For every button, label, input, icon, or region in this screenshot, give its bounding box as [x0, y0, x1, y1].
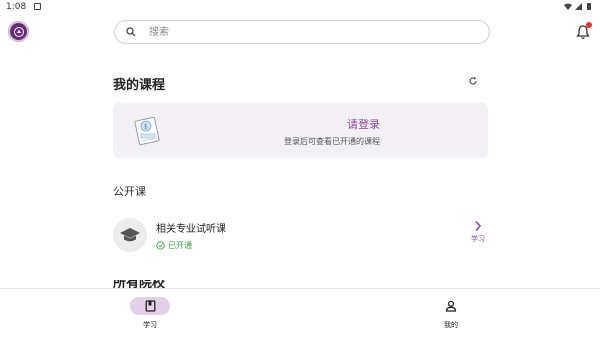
book-icon [145, 300, 155, 312]
refresh-icon[interactable] [468, 76, 478, 86]
course-status-label: 已开通 [168, 241, 192, 250]
system-icons [564, 2, 594, 13]
wifi-battery-icon [564, 3, 591, 10]
course-list-item[interactable]: 相关专业试听课 已开通 学习 [113, 215, 488, 255]
status-bar: 1:08 [0, 0, 600, 14]
app-logo[interactable] [8, 21, 29, 42]
person-icon [445, 300, 457, 312]
nav-tab-study-indicator [130, 297, 170, 315]
course-status: 已开通 [156, 240, 192, 251]
nav-tab-study[interactable]: 学习 [120, 297, 180, 330]
notification-badge [586, 22, 592, 28]
search-icon [126, 27, 136, 37]
study-button[interactable]: 学习 [468, 220, 488, 244]
my-courses-title: 我的课程 [113, 78, 166, 93]
status-time: 1:08 [6, 2, 27, 12]
notification-icon [34, 3, 41, 10]
public-courses-title: 公开课 [113, 185, 146, 198]
nav-tab-mine-indicator [431, 297, 471, 315]
course-name: 相关专业试听课 [156, 224, 226, 235]
login-subtitle: 登录后可查看已开通的课程 [284, 137, 380, 146]
search-bar[interactable] [114, 20, 490, 44]
next-section-title-text: 所有院校 [113, 280, 166, 288]
course-thumbnail [113, 218, 147, 252]
check-circle-icon [156, 241, 165, 250]
login-card[interactable]: $ 请登录 登录后可查看已开通的课程 [113, 103, 488, 158]
certificate-illustration-icon: $ [134, 116, 160, 146]
chevron-right-icon [475, 220, 482, 232]
study-button-label: 学习 [471, 235, 485, 243]
notification-bell-button[interactable] [576, 22, 592, 40]
next-section-title: 所有院校 [113, 280, 173, 288]
nav-tab-mine-label: 我的 [444, 321, 458, 329]
svg-text:$: $ [144, 124, 148, 131]
graduation-cap-icon [120, 228, 140, 242]
search-input[interactable] [147, 25, 451, 39]
login-title[interactable]: 请登录 [347, 116, 380, 132]
nav-tab-study-label: 学习 [143, 321, 157, 329]
crest-icon [13, 26, 24, 37]
bottom-navigation: 学习 我的 [0, 288, 600, 339]
nav-tab-mine[interactable]: 我的 [421, 297, 481, 330]
